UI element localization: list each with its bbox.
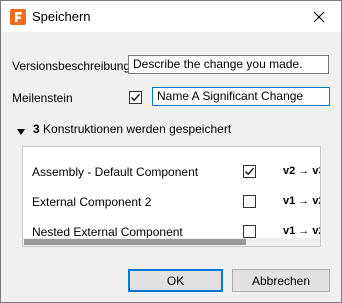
designs-count: 3 xyxy=(33,122,40,136)
designs-section-header[interactable]: 3 Konstruktionen werden gespeichert xyxy=(33,122,231,136)
save-dialog: Speichern Versionsbeschreibung Describe … xyxy=(0,0,342,303)
milestone-checkbox[interactable] xyxy=(129,91,142,104)
design-save-checkbox[interactable] xyxy=(243,195,256,208)
checkmark-icon xyxy=(245,167,254,176)
design-save-checkbox[interactable] xyxy=(243,165,256,178)
version-description-input[interactable]: Describe the change you made. xyxy=(128,55,329,74)
design-name: External Component 2 xyxy=(32,195,152,209)
horizontal-scrollbar[interactable] xyxy=(23,238,320,246)
designs-list: Assembly - Default Component v2 → v3 Ext… xyxy=(22,146,321,247)
design-version: v1 → v2 xyxy=(283,195,321,207)
list-item: External Component 2 v1 → v2 xyxy=(23,183,321,213)
caret-down-icon[interactable] xyxy=(16,125,26,135)
fusion-app-icon xyxy=(10,9,26,25)
scrollbar-thumb[interactable] xyxy=(24,239,246,245)
close-icon xyxy=(313,11,324,22)
checkmark-icon xyxy=(131,93,140,102)
design-name: Nested External Component xyxy=(32,225,183,239)
design-save-checkbox[interactable] xyxy=(243,225,256,238)
design-name: Assembly - Default Component xyxy=(32,165,199,179)
milestone-name-input[interactable]: Name A Significant Change xyxy=(152,87,330,106)
design-version: v2 → v3 xyxy=(283,165,321,177)
window-title: Speichern xyxy=(32,9,91,24)
close-button[interactable] xyxy=(296,1,341,32)
list-item: Assembly - Default Component v2 → v3 xyxy=(23,153,321,183)
cancel-button[interactable]: Abbrechen xyxy=(232,269,330,292)
milestone-label: Meilenstein xyxy=(12,91,73,105)
version-description-label: Versionsbeschreibung xyxy=(12,59,131,73)
design-version: v1 → v2 xyxy=(283,225,321,237)
ok-button[interactable]: OK xyxy=(128,269,223,292)
designs-section-title: Konstruktionen werden gespeichert xyxy=(43,122,232,136)
title-bar: Speichern xyxy=(1,1,341,32)
